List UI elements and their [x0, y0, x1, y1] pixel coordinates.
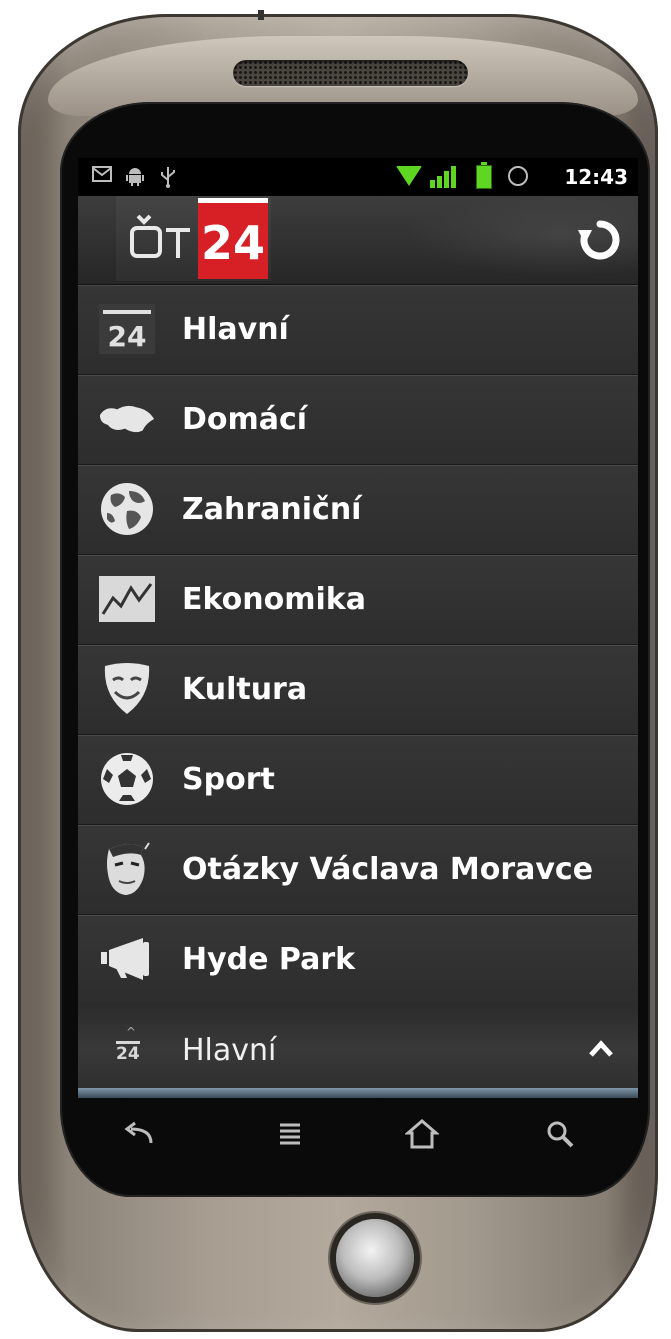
list-item-otazky-vaclava-moravce[interactable]: Otázky Václava Moravce [78, 825, 638, 915]
back-icon [124, 1121, 153, 1144]
home-icon [405, 1119, 439, 1149]
current-section-label: Hlavní [182, 1033, 277, 1068]
expand-button[interactable] [586, 1033, 616, 1063]
hardware-nav-bar [78, 1100, 638, 1170]
list-item-hyde-park[interactable]: Hyde Park [78, 915, 638, 1005]
status-bar: 12:43 [78, 158, 638, 196]
list-item-sport[interactable]: Sport [78, 735, 638, 825]
menu-button[interactable] [260, 1110, 320, 1158]
mail-icon [92, 166, 112, 188]
list-item-kultura[interactable]: Kultura [78, 645, 638, 735]
search-button[interactable] [530, 1110, 590, 1158]
alarm-icon [508, 166, 528, 186]
czech-map-icon [98, 391, 156, 447]
list-item-label: Zahraniční [182, 492, 362, 527]
chevron-up-icon [589, 1040, 613, 1057]
app-header: 24 [78, 196, 638, 285]
refresh-button[interactable] [576, 216, 624, 264]
usb-icon [160, 166, 176, 194]
refresh-icon [578, 220, 620, 260]
caret-up-small-icon: ^ [126, 1025, 137, 1039]
soccer-ball-icon [98, 751, 156, 807]
signal-icon [430, 166, 458, 188]
list-item-domaci[interactable]: Domácí [78, 375, 638, 465]
svg-text:24: 24 [108, 320, 147, 353]
theater-mask-icon [98, 661, 156, 717]
face-icon [98, 841, 156, 897]
chart-icon [98, 571, 156, 627]
current-section-bar[interactable]: ^ 24 Hlavní [78, 1003, 638, 1088]
megaphone-icon [98, 931, 156, 987]
clock: 12:43 [564, 165, 628, 189]
ct24-logo: 24 [116, 196, 271, 281]
list-item-hlavni[interactable]: 24 Hlavní [78, 285, 638, 375]
android-icon [126, 166, 144, 192]
trackball-button[interactable] [336, 1219, 414, 1297]
logo-24: 24 [198, 198, 268, 279]
24-icon: 24 [98, 301, 156, 357]
wifi-icon [396, 166, 422, 186]
section-list: 24 Hlavní Domácí Zahraniční Ekonomika Ku… [78, 285, 638, 1005]
list-item-ekonomika[interactable]: Ekonomika [78, 555, 638, 645]
list-item-zahranicni[interactable]: Zahraniční [78, 465, 638, 555]
list-item-label: Sport [182, 762, 275, 797]
logo-ct-mark [128, 214, 190, 270]
power-button[interactable] [258, 10, 264, 20]
earpiece-speaker [233, 60, 468, 86]
globe-icon [98, 481, 156, 537]
menu-icon [280, 1123, 300, 1145]
list-item-label: Hyde Park [182, 942, 356, 977]
list-item-label: Kultura [182, 672, 308, 707]
list-item-label: Domácí [182, 402, 308, 437]
bottom-divider [78, 1088, 638, 1098]
list-item-label: Ekonomika [182, 582, 366, 617]
24-small-icon: 24 [116, 1041, 140, 1063]
home-button[interactable] [392, 1110, 452, 1158]
battery-charging-icon [476, 162, 492, 189]
list-item-label: Otázky Václava Moravce [182, 852, 594, 887]
back-button[interactable] [108, 1110, 168, 1158]
search-icon [547, 1121, 574, 1148]
list-item-label: Hlavní [182, 312, 289, 347]
phone-screen: 12:43 24 24 Hlavní Domácí Zahraniční Eko… [78, 158, 638, 1098]
